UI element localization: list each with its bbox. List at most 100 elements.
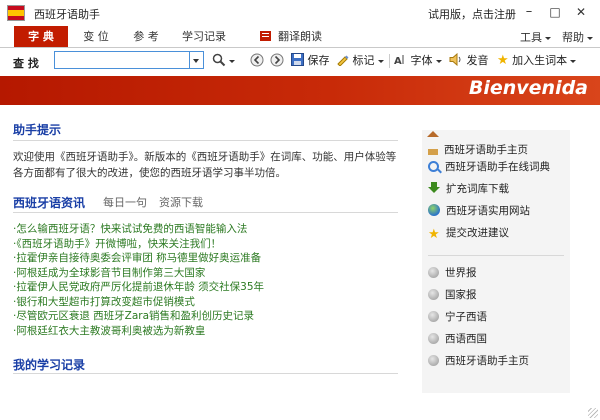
minimize-button[interactable]: – xyxy=(517,2,541,22)
sidebar-link-el-pais[interactable]: 国家报 xyxy=(428,287,477,303)
bullet-dot-icon xyxy=(428,311,439,322)
quick-links-sidebar: 西班牙语助手主页 西班牙语助手在线词典 扩充词库下载 西班牙语实用网站 ★ 提交改… xyxy=(422,130,570,393)
font-button[interactable]: A 字体 xyxy=(394,53,442,69)
news-item[interactable]: ·《西班牙语助手》开微博啦，快来关注我们！ xyxy=(13,237,393,252)
sidebar-link-label: 扩充词库下载 xyxy=(446,183,509,195)
tools-menu-label: 工具 xyxy=(520,31,542,44)
tab-study-records[interactable]: 学习记录 xyxy=(174,26,234,47)
speaker-icon xyxy=(449,52,461,67)
toolbar-divider xyxy=(389,54,390,68)
close-button[interactable]: ✕ xyxy=(569,2,593,22)
news-item[interactable]: ·尽管欧元区衰退 西班牙Zara销售和盈利创历史记录 xyxy=(13,309,393,324)
sidebar-link-label: 国家报 xyxy=(445,289,477,301)
news-item[interactable]: ·拉霍伊人民党政府严厉化提前退休年龄 须交社保35年 xyxy=(13,280,393,295)
chevron-down-icon xyxy=(229,59,235,63)
add-vocab-label: 加入生词本 xyxy=(512,54,568,67)
sidebar-link-xiyu-xiguo[interactable]: 西语西国 xyxy=(428,331,487,347)
welcome-banner: Bienvenida xyxy=(0,76,600,105)
search-icon xyxy=(428,161,439,172)
sidebar-link-assistant-homepage[interactable]: 西班牙语助手主页 xyxy=(428,353,529,369)
app-window: 西班牙语助手 试用版，点击注册 – □ ✕ 字 典 变 位 参 考 学习记录 翻… xyxy=(0,0,600,420)
star-icon: ★ xyxy=(497,53,509,68)
bullet-dot-icon xyxy=(428,267,439,278)
bullet-dot-icon xyxy=(428,333,439,344)
sidebar-link-label: 宁子西语 xyxy=(445,311,487,323)
sidebar-link-label: 西班牙语助手主页 xyxy=(444,144,528,156)
tab-conjugation[interactable]: 变 位 xyxy=(74,26,118,47)
sidebar-link-label: 提交改进建议 xyxy=(446,227,509,239)
save-label: 保存 xyxy=(307,54,330,67)
mark-label: 标记 xyxy=(352,54,375,67)
sidebar-link-feedback[interactable]: ★ 提交改进建议 xyxy=(428,225,509,241)
chevron-down-icon xyxy=(570,59,577,63)
tools-menu[interactable]: 工具 xyxy=(520,29,551,45)
highlighter-icon xyxy=(337,55,349,67)
resource-download-tab[interactable]: 资源下载 xyxy=(159,194,203,210)
speak-button[interactable]: 发音 xyxy=(449,52,489,69)
news-item[interactable]: ·拉霍伊亲自接待奥委会评审团 称马德里做好奥运准备 xyxy=(13,251,393,266)
section-divider xyxy=(13,373,398,374)
tab-translate-read[interactable]: 翻译朗读 xyxy=(274,26,326,47)
section-divider xyxy=(13,212,398,213)
bullet-dot-icon xyxy=(428,289,439,300)
translate-icon xyxy=(260,31,271,41)
add-vocab-button[interactable]: ★ 加入生词本 xyxy=(497,53,577,69)
forward-arrow-icon xyxy=(270,53,284,67)
home-icon xyxy=(427,131,439,155)
news-item[interactable]: ·阿根廷红衣大主教波哥利奥被选为新教皇 xyxy=(13,324,393,339)
help-menu-label: 帮助 xyxy=(562,31,584,44)
search-label: 查 找 xyxy=(13,57,39,70)
search-history-dropdown[interactable] xyxy=(190,51,204,69)
sidebar-link-dictionary-download[interactable]: 扩充词库下载 xyxy=(428,181,509,197)
window-title: 西班牙语助手 xyxy=(34,8,100,21)
sidebar-link-label: 西班牙语助手在线词典 xyxy=(445,161,550,173)
resize-grip[interactable] xyxy=(588,408,598,418)
daily-sentence-tab[interactable]: 每日一句 xyxy=(103,194,147,210)
chevron-down-icon xyxy=(377,59,384,63)
font-label: 字体 xyxy=(410,54,433,67)
chevron-down-icon xyxy=(435,59,442,63)
search-icon xyxy=(212,53,226,67)
sidebar-link-label: 世界报 xyxy=(445,267,477,279)
save-disk-icon xyxy=(291,53,304,66)
sidebar-link-ningzi-spanish[interactable]: 宁子西语 xyxy=(428,309,487,325)
sidebar-link-label: 西语西国 xyxy=(445,333,487,345)
news-item[interactable]: ·银行和大型超市打算改变超市促销模式 xyxy=(13,295,393,310)
forward-button[interactable] xyxy=(270,53,284,69)
sidebar-link-label: 西班牙语实用网站 xyxy=(446,205,530,217)
study-records-title: 我的学习记录 xyxy=(13,358,86,372)
sidebar-link-homepage[interactable]: 西班牙语助手主页 xyxy=(427,131,528,156)
section-divider xyxy=(13,140,398,141)
help-menu[interactable]: 帮助 xyxy=(562,29,593,45)
speak-label: 发音 xyxy=(466,54,489,67)
mark-button[interactable]: 标记 xyxy=(336,53,384,69)
maximize-button[interactable]: □ xyxy=(543,2,567,22)
tab-dictionary[interactable]: 字 典 xyxy=(14,26,68,47)
search-input[interactable] xyxy=(54,51,190,69)
tips-text: 欢迎使用《西班牙语助手》。新版本的《西班牙语助手》在词库、功能、用户体验等各方面… xyxy=(13,151,397,179)
svg-text:A: A xyxy=(394,56,402,66)
save-button[interactable]: 保存 xyxy=(291,53,330,69)
news-item[interactable]: ·怎么输西班牙语？快来试试免费的西语智能输入法 xyxy=(13,222,393,237)
news-title[interactable]: 西班牙语资讯 xyxy=(13,194,85,211)
sidebar-divider xyxy=(428,255,564,256)
register-link[interactable]: 试用版，点击注册 xyxy=(428,6,516,22)
globe-icon xyxy=(428,204,440,216)
tab-reference[interactable]: 参 考 xyxy=(124,26,168,47)
sidebar-link-label: 西班牙语助手主页 xyxy=(445,355,529,367)
back-button[interactable] xyxy=(250,53,264,69)
back-arrow-icon xyxy=(250,53,264,67)
banner-text: Bienvenida xyxy=(468,77,588,99)
font-size-icon: A xyxy=(394,55,404,67)
chevron-down-icon xyxy=(587,36,593,40)
search-button[interactable] xyxy=(212,53,235,69)
news-item[interactable]: ·阿根廷成为全球影音节目制作第三大国家 xyxy=(13,266,393,281)
main-tabs: 字 典 变 位 参 考 学习记录 翻译朗读 工具 帮助 xyxy=(0,26,600,48)
chevron-down-icon xyxy=(545,36,551,40)
tips-title: 助手提示 xyxy=(13,123,62,137)
sidebar-link-el-mundo[interactable]: 世界报 xyxy=(428,265,477,281)
sidebar-link-useful-sites[interactable]: 西班牙语实用网站 xyxy=(428,203,530,219)
news-list: ·怎么输西班牙语？快来试试免费的西语智能输入法 ·《西班牙语助手》开微博啦，快来… xyxy=(13,222,393,338)
download-arrow-icon xyxy=(428,182,440,194)
sidebar-link-online-dictionary[interactable]: 西班牙语助手在线词典 xyxy=(428,159,550,175)
